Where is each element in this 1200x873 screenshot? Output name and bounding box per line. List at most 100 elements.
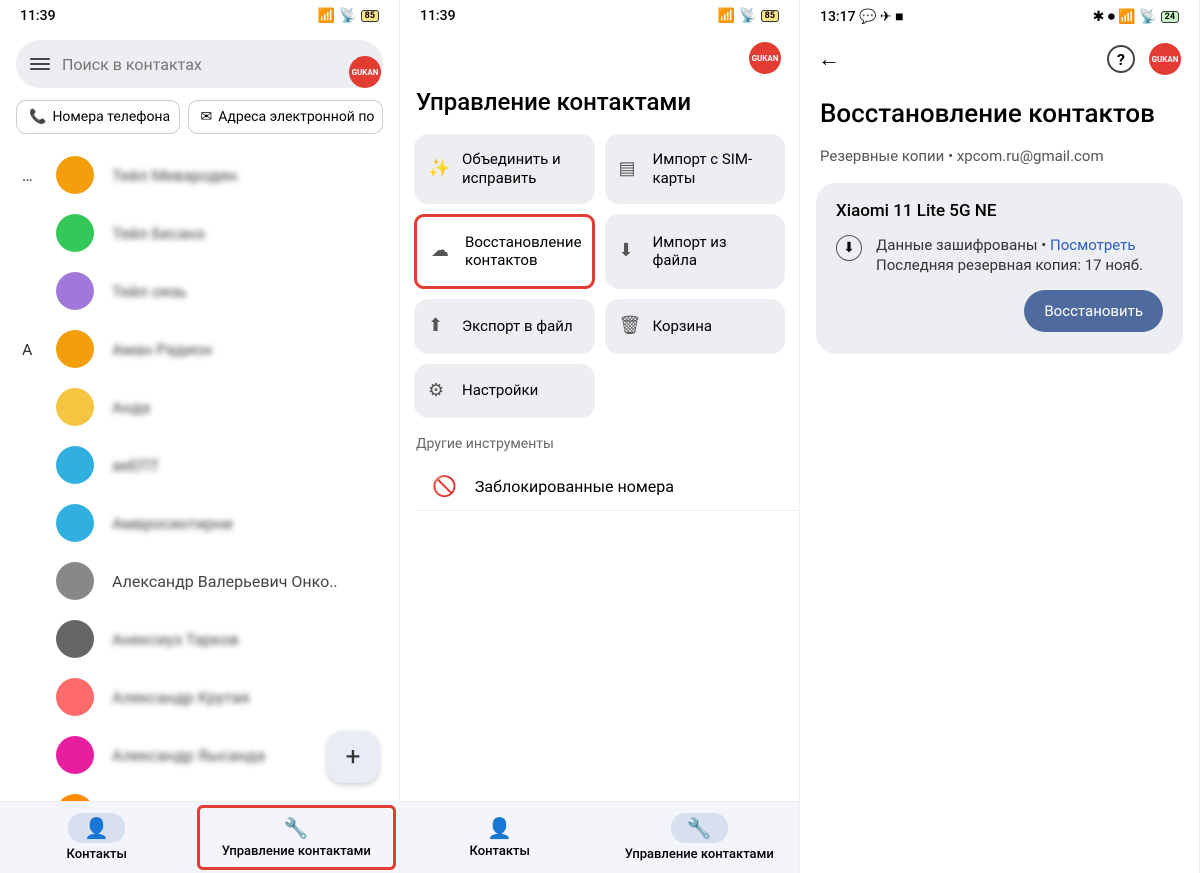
contact-name: Александр Крутая <box>112 688 399 707</box>
contact-list[interactable]: …Тейл Мевародян Тейл Бесанз Тейл оязь АА… <box>0 142 399 801</box>
gear-icon: ⚙ <box>428 380 450 403</box>
person-icon: 👤 <box>487 816 512 840</box>
contact-avatar <box>56 678 94 716</box>
person-icon: 👤 <box>68 813 125 843</box>
status-time: 11:39 <box>420 8 456 24</box>
list-item[interactable]: Анда <box>0 378 399 436</box>
list-item[interactable]: Тейл оязь <box>0 262 399 320</box>
status-icons: ✱ ⏺ 📶 📡 24 <box>1093 9 1179 25</box>
list-item[interactable]: Александр Крутая <box>0 668 399 726</box>
contact-avatar <box>56 388 94 426</box>
contact-name: Аман Радион <box>112 340 399 359</box>
wrench-icon: 🔧 <box>671 813 728 843</box>
battery-badge: 85 <box>761 10 779 22</box>
list-item[interactable]: А Аман Радион <box>0 320 399 378</box>
nav-manage-label: Управление контактами <box>222 844 371 859</box>
restore-button[interactable]: Восстановить <box>1024 290 1163 332</box>
nav-manage-label: Управление контактами <box>625 847 774 862</box>
list-item[interactable]: … Тейл Мевародян <box>0 146 399 204</box>
list-item[interactable]: Анексиуз Тарков <box>0 610 399 668</box>
nav-manage[interactable]: 🔧 Управление контактами <box>197 805 397 870</box>
fab-add-button[interactable]: + <box>327 731 379 783</box>
status-bar: 11:39 📶📡 85 <box>400 0 799 28</box>
panel-restore: 13:17 💬 ✈ ■ ✱ ⏺ 📶 📡 24 ← ? GUKAN Восстан… <box>800 0 1200 873</box>
blocked-numbers-row[interactable]: 🚫 Заблокированные номера <box>416 462 799 511</box>
contact-name: Амвросинтирни <box>112 514 399 533</box>
nav-contacts-label: Контакты <box>67 847 127 862</box>
contact-name: Анексиуз Тарков <box>112 630 399 649</box>
topbar: GUKAN <box>400 28 799 88</box>
merge-fix-button[interactable]: ✨ Объединить и исправить <box>414 134 595 204</box>
action-label: Корзина <box>653 317 713 336</box>
contact-avatar <box>56 504 94 542</box>
contact-name: Анда <box>112 398 399 417</box>
contact-avatar <box>56 562 94 600</box>
panel-contacts: 11:39 📶📡 85 ⋮ GUKAN 📞 Номера телефона ✉ … <box>0 0 400 873</box>
battery-badge: 24 <box>1161 11 1179 23</box>
nav-manage[interactable]: 🔧 Управление контактами <box>600 802 800 873</box>
status-bar: 11:39 📶📡 85 <box>0 0 399 28</box>
chip-email[interactable]: ✉ Адреса электронной по <box>188 100 383 134</box>
alpha-section: … <box>22 166 33 185</box>
list-item[interactable]: Тейл Бесанз <box>0 204 399 262</box>
avatar[interactable]: GUKAN <box>749 42 781 74</box>
email-icon: ✉ <box>201 109 213 125</box>
settings-button[interactable]: ⚙ Настройки <box>414 364 595 419</box>
nav-contacts[interactable]: 👤 Контакты <box>0 802 194 873</box>
blocked-label: Заблокированные номера <box>475 477 674 496</box>
list-item[interactable]: аеЕПТ <box>0 436 399 494</box>
action-label: Импорт с SIM-карты <box>653 150 772 188</box>
trash-button[interactable]: 🗑 Корзина <box>605 299 786 354</box>
action-label: Настройки <box>462 381 538 400</box>
wand-icon: ✨ <box>428 158 450 181</box>
filter-chips: 📞 Номера телефона ✉ Адреса электронной п… <box>0 100 399 134</box>
back-icon[interactable]: ← <box>818 46 840 72</box>
page-title: Восстановление контактов <box>800 89 1199 147</box>
contact-avatar <box>56 446 94 484</box>
chip-email-label: Адреса электронной по <box>218 109 374 125</box>
avatar[interactable]: GUKAN <box>349 56 381 88</box>
alpha-section: А <box>22 340 32 359</box>
contact-name: Тейл Бесанз <box>112 224 399 243</box>
status-time: 13:17 💬 ✈ ■ <box>820 8 904 25</box>
trash-icon: 🗑 <box>619 315 641 338</box>
list-item[interactable]: Александр Плисимимая Ро <box>0 784 399 801</box>
export-file-button[interactable]: ⬆ Экспорт в файл <box>414 299 595 354</box>
contact-avatar <box>56 214 94 252</box>
action-label: Экспорт в файл <box>462 317 573 336</box>
status-bar: 13:17 💬 ✈ ■ ✱ ⏺ 📶 📡 24 <box>800 0 1199 29</box>
download-icon: ⬇ <box>619 240 641 263</box>
device-meta: ⬇ Данные зашифрованы • Посмотреть Послед… <box>836 235 1163 276</box>
cloud-icon: ☁ <box>431 240 453 263</box>
restore-contacts-button[interactable]: ☁Восстановление контактов <box>414 214 595 290</box>
avatar[interactable]: GUKAN <box>1149 43 1181 75</box>
sim-icon: ▤ <box>619 158 641 181</box>
contact-name: Тейл оязь <box>112 282 399 301</box>
search-bar[interactable]: ⋮ <box>16 40 383 88</box>
last-backup-label: Последняя резервная копия: 17 нояб. <box>876 256 1143 274</box>
wrench-icon: 🔧 <box>284 816 309 840</box>
import-file-button[interactable]: ⬇Импорт из файла <box>605 214 786 290</box>
contact-name: Александр Валерьевич Онко.. <box>112 572 399 591</box>
nav-contacts[interactable]: 👤 Контакты <box>400 802 600 873</box>
contact-avatar <box>56 272 94 310</box>
view-link[interactable]: Посмотреть <box>1050 236 1136 254</box>
menu-icon[interactable] <box>30 55 50 73</box>
list-item[interactable]: Амвросинтирни <box>0 494 399 552</box>
upload-icon: ⬆ <box>428 315 450 338</box>
chip-phone[interactable]: 📞 Номера телефона <box>16 100 180 134</box>
device-card: Xiaomi 11 Lite 5G NE ⬇ Данные зашифрован… <box>816 183 1183 354</box>
bottom-nav: 👤 Контакты 🔧 Управление контактами <box>400 801 799 873</box>
contact-name: Тейл Мевародян <box>112 166 399 185</box>
status-icons: 📶📡 85 <box>718 8 779 24</box>
action-grid: ✨ Объединить и исправить ▤ Импорт с SIM-ка… <box>400 134 799 418</box>
phone-icon: 📞 <box>29 109 46 125</box>
list-item[interactable]: Александр Валерьевич Онко.. <box>0 552 399 610</box>
help-icon[interactable]: ? <box>1107 45 1135 73</box>
nav-contacts-label: Контакты <box>470 844 530 859</box>
action-label: Объединить и исправить <box>462 150 581 188</box>
search-input[interactable] <box>62 55 337 74</box>
import-sim-button[interactable]: ▤ Импорт с SIM-карты <box>605 134 786 204</box>
contact-avatar <box>56 794 94 801</box>
chip-phone-label: Номера телефона <box>52 109 170 125</box>
